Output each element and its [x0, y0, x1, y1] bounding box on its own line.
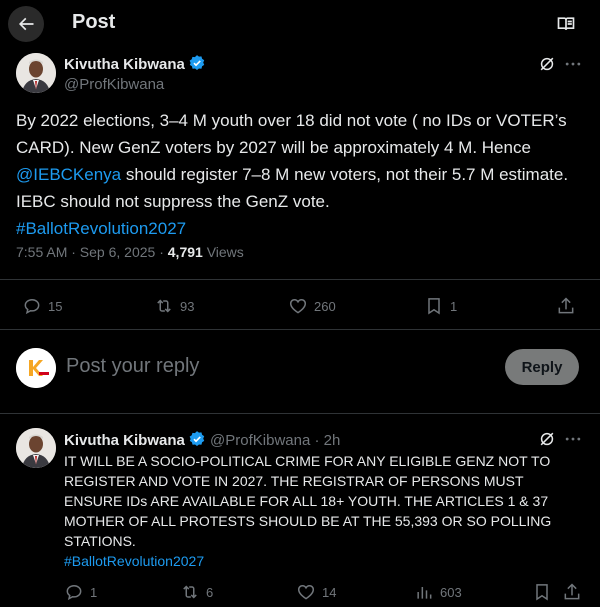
share-icon — [558, 297, 574, 314]
divider — [0, 329, 600, 330]
heart-icon — [297, 584, 315, 600]
post-text-part: By 2022 elections, 3–4 M youth over 18 d… — [16, 111, 567, 157]
top-header: Post — [0, 0, 600, 48]
repost-action[interactable]: 93 — [154, 296, 194, 316]
repost-icon — [157, 299, 171, 313]
reply-count: 1 — [90, 584, 98, 600]
author-name-line: Kivutha Kibwana — [64, 54, 206, 74]
divider — [0, 279, 600, 280]
book-open-icon[interactable] — [556, 14, 576, 34]
reply-input[interactable]: Post your reply — [66, 355, 199, 378]
hashtag-link[interactable]: #BallotRevolution2027 — [16, 219, 186, 238]
verified-badge-icon — [189, 431, 205, 446]
reply-post-text: IT WILL BE A SOCIO-POLITICAL CRIME FOR A… — [64, 451, 584, 571]
avatar[interactable] — [16, 53, 56, 93]
bookmark-action[interactable] — [532, 582, 558, 602]
repost-action[interactable]: 6 — [180, 582, 213, 602]
reply-button[interactable]: Reply — [505, 349, 579, 385]
bookmark-action[interactable]: 1 — [424, 296, 457, 316]
repost-icon — [183, 585, 197, 599]
views-count: 4,791 — [167, 244, 203, 260]
reply-action[interactable]: 1 — [64, 582, 97, 602]
share-icon — [564, 583, 580, 600]
bookmark-icon — [428, 298, 440, 315]
bookmark-count: 1 — [450, 298, 458, 314]
repost-count: 93 — [180, 298, 195, 314]
more-options-icon[interactable] — [563, 54, 583, 74]
views-label: Views — [202, 244, 244, 260]
reply-icon — [66, 584, 82, 601]
grok-icon[interactable] — [537, 429, 557, 449]
like-count: 260 — [314, 298, 336, 314]
more-options-icon[interactable] — [563, 429, 583, 449]
grok-icon[interactable] — [537, 54, 557, 74]
hashtag-link[interactable]: #BallotRevolution2027 — [64, 553, 204, 569]
page-title: Post — [72, 11, 116, 33]
timestamp[interactable]: 7:55 AM · Sep 6, 2025 · — [16, 244, 168, 260]
back-button[interactable] — [8, 6, 44, 42]
reply-count: 15 — [48, 298, 63, 314]
like-action[interactable]: 14 — [296, 582, 336, 602]
repost-count: 6 — [206, 584, 214, 600]
post-text: By 2022 elections, 3–4 M youth over 18 d… — [16, 107, 586, 242]
author-name[interactable]: Kivutha Kibwana — [64, 432, 185, 449]
author-name[interactable]: Kivutha Kibwana — [64, 56, 185, 73]
heart-icon — [289, 298, 307, 314]
divider — [0, 413, 600, 414]
verified-badge-icon — [189, 55, 205, 70]
post-meta: 7:55 AM · Sep 6, 2025 · 4,791 Views — [16, 244, 244, 260]
reply-action[interactable]: 15 — [22, 296, 62, 316]
reply-author-line: Kivutha Kibwana @ProfKibwana · 2h — [64, 430, 340, 449]
like-count: 14 — [322, 584, 337, 600]
reply-text-body: IT WILL BE A SOCIO-POLITICAL CRIME FOR A… — [64, 453, 552, 549]
arrow-left-icon — [18, 17, 34, 31]
avatar[interactable] — [16, 428, 56, 468]
views-action[interactable]: 603 — [414, 582, 462, 602]
views-count: 603 — [440, 584, 462, 600]
current-user-avatar[interactable] — [16, 348, 56, 388]
share-action[interactable] — [562, 582, 588, 602]
share-action[interactable] — [556, 296, 582, 316]
reply-icon — [24, 298, 40, 315]
like-action[interactable]: 260 — [288, 296, 336, 316]
mention-link[interactable]: @IEBCKenya — [16, 165, 121, 184]
views-chart-icon — [417, 587, 432, 599]
author-handle[interactable]: @ProfKibwana — [64, 76, 164, 93]
post-time[interactable]: · 2h — [310, 432, 340, 449]
author-handle[interactable]: @ProfKibwana — [210, 432, 310, 449]
bookmark-icon — [536, 584, 548, 601]
